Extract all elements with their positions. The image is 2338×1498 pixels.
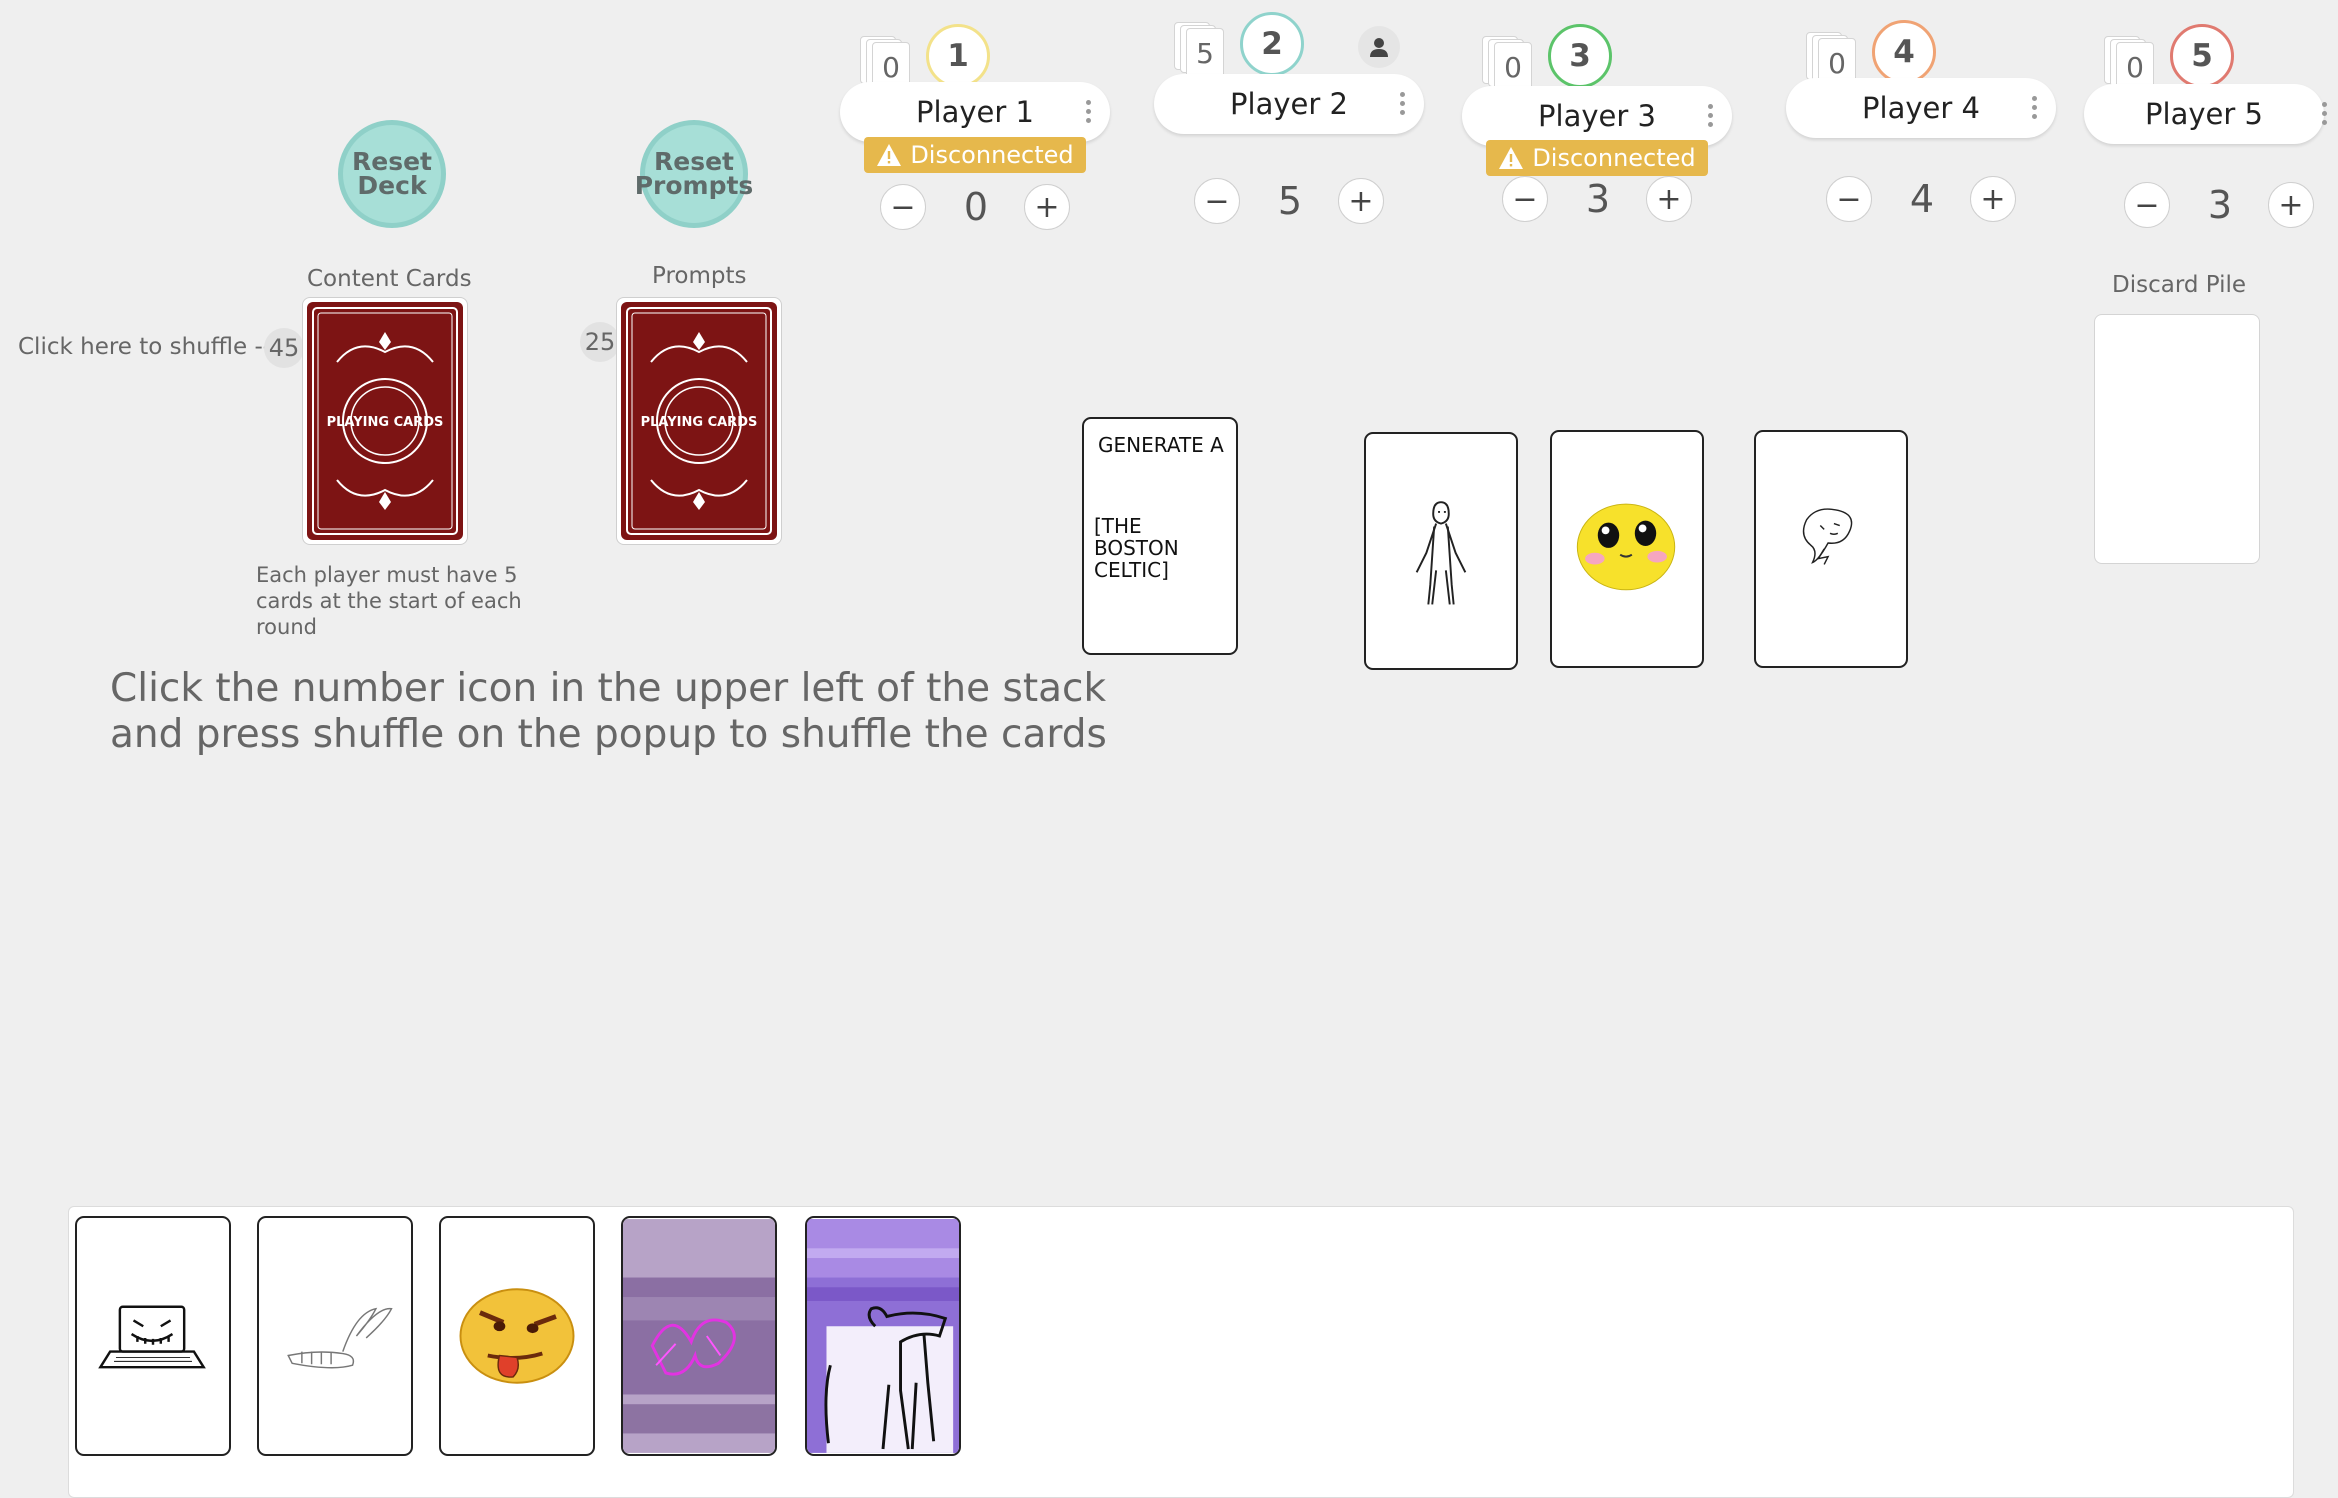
score-control: − 3 + xyxy=(2120,182,2320,230)
score-decrement-button[interactable]: − xyxy=(880,184,926,230)
seat-number: 5 xyxy=(2170,24,2234,88)
hand-count: 0 xyxy=(1494,42,1532,92)
content-count-badge[interactable]: 45 xyxy=(264,328,304,368)
hand-card[interactable] xyxy=(439,1216,595,1456)
score-decrement-button[interactable]: − xyxy=(1194,178,1240,224)
player-name-text: Player 4 xyxy=(1862,91,1980,125)
kebab-menu-icon[interactable] xyxy=(2032,96,2038,122)
kebab-menu-icon[interactable] xyxy=(1708,104,1714,130)
score-control: − 3 + xyxy=(1498,176,1698,224)
sketch-doodle-drawing xyxy=(1802,508,1853,565)
player-seat-3: 0 3 Player 3 Disconnected − 3 + xyxy=(1462,12,1732,222)
reset-prompts-button[interactable]: Reset Prompts xyxy=(635,120,753,228)
cute-face-emoji-drawing xyxy=(1576,503,1676,591)
played-card[interactable] xyxy=(1754,430,1908,668)
card-back-text: PLAYING CARDS xyxy=(641,415,758,430)
card-back-text: PLAYING CARDS xyxy=(327,415,444,430)
warning-icon xyxy=(1499,147,1524,169)
hand-card[interactable] xyxy=(805,1216,961,1456)
kebab-menu-icon[interactable] xyxy=(1086,100,1092,126)
player-name-text: Player 2 xyxy=(1230,87,1348,121)
prompts-label: Prompts xyxy=(652,263,747,289)
reset-prompts-label: Reset Prompts xyxy=(634,147,754,200)
thinking-emoji-drawing xyxy=(459,1288,575,1384)
shuffle-instruction: Click the number icon in the upper left … xyxy=(110,666,1107,757)
discard-pile-label: Discard Pile xyxy=(2112,272,2247,298)
player-hand xyxy=(68,1206,2294,1498)
shuffle-hint: Click here to shuffle --> xyxy=(18,334,291,360)
seat-number: 4 xyxy=(1872,20,1936,84)
score-increment-button[interactable]: + xyxy=(1338,178,1384,224)
status-text: Disconnected xyxy=(1532,144,1696,172)
glitch-art-image xyxy=(623,1219,775,1453)
warning-icon xyxy=(877,144,902,166)
card-back-art: PLAYING CARDS xyxy=(621,302,777,540)
player-name-text: Player 3 xyxy=(1538,99,1656,133)
score-value: 3 xyxy=(1585,177,1611,221)
stick-figure-drawing xyxy=(1415,501,1467,605)
player-seat-5: 0 5 Player 5 − 3 + xyxy=(2084,12,2338,228)
hand-count-stack[interactable]: 5 xyxy=(1174,22,1224,78)
player-name-text: Player 5 xyxy=(2145,97,2263,131)
player-name[interactable]: Player 3 xyxy=(1462,86,1732,146)
disconnected-badge: Disconnected xyxy=(864,137,1086,173)
score-decrement-button[interactable]: − xyxy=(2124,182,2170,228)
evil-laptop-drawing xyxy=(98,1305,206,1369)
score-decrement-button[interactable]: − xyxy=(1502,176,1548,222)
hand-count: 5 xyxy=(1186,28,1224,78)
player-name[interactable]: Player 4 xyxy=(1786,78,2056,138)
prompt-line-2: [THE BOSTON CELTIC] xyxy=(1094,514,1179,582)
score-control: − 0 + xyxy=(876,184,1076,232)
hand-count-stack[interactable]: 0 xyxy=(2104,36,2154,92)
kebab-menu-icon[interactable] xyxy=(1400,92,1406,118)
prompts-count-badge[interactable]: 25 xyxy=(580,322,620,362)
score-value: 5 xyxy=(1277,179,1303,223)
content-cards-label: Content Cards xyxy=(307,266,472,292)
score-control: − 5 + xyxy=(1190,178,1390,226)
score-decrement-button[interactable]: − xyxy=(1826,176,1872,222)
score-control: − 4 + xyxy=(1822,176,2022,224)
hand-card[interactable] xyxy=(621,1216,777,1456)
hand-card[interactable] xyxy=(257,1216,413,1456)
card-back-art: PLAYING CARDS xyxy=(307,302,463,540)
hand-count-stack[interactable]: 0 xyxy=(1482,36,1532,92)
prompt-card[interactable]: GENERATE A [THE BOSTON CELTIC] xyxy=(1082,417,1238,655)
player-name[interactable]: Player 5 xyxy=(2084,84,2327,144)
discard-pile[interactable] xyxy=(2094,314,2260,564)
player-seat-1: 0 1 Player 1 Disconnected − 0 + xyxy=(840,12,1110,230)
user-icon xyxy=(1358,26,1400,68)
player-seat-4: 0 4 Player 4 − 4 + xyxy=(1786,8,2056,222)
status-text: Disconnected xyxy=(910,141,1074,169)
score-increment-button[interactable]: + xyxy=(2268,182,2314,228)
score-increment-button[interactable]: + xyxy=(1024,184,1070,230)
prompt-line-1: GENERATE A xyxy=(1098,433,1224,457)
score-value: 4 xyxy=(1909,177,1935,221)
player-seat-2: 5 2 Player 2 − 5 + xyxy=(1154,12,1424,224)
content-deck[interactable]: PLAYING CARDS xyxy=(302,297,468,545)
player-name-text: Player 1 xyxy=(916,95,1034,129)
reset-deck-label: Reset Deck xyxy=(352,147,432,200)
seat-number: 3 xyxy=(1548,24,1612,88)
hand-card[interactable] xyxy=(75,1216,231,1456)
rules-note: Each player must have 5 cards at the sta… xyxy=(256,563,522,639)
reset-deck-button[interactable]: Reset Deck xyxy=(338,120,446,228)
prompts-deck[interactable]: PLAYING CARDS xyxy=(616,297,782,545)
score-value: 0 xyxy=(963,185,989,229)
purple-horse-image xyxy=(807,1219,959,1453)
seat-number: 1 xyxy=(926,24,990,88)
played-card[interactable] xyxy=(1550,430,1704,668)
player-name[interactable]: Player 2 xyxy=(1154,74,1424,134)
kebab-menu-icon[interactable] xyxy=(2322,102,2328,128)
played-card[interactable] xyxy=(1364,432,1518,670)
disconnected-badge: Disconnected xyxy=(1486,140,1708,176)
player-name[interactable]: Player 1 xyxy=(840,82,1110,142)
score-increment-button[interactable]: + xyxy=(1646,176,1692,222)
seat-number: 2 xyxy=(1240,12,1304,76)
score-increment-button[interactable]: + xyxy=(1970,176,2016,222)
worm-drawing xyxy=(287,1307,393,1369)
score-value: 3 xyxy=(2207,183,2233,227)
